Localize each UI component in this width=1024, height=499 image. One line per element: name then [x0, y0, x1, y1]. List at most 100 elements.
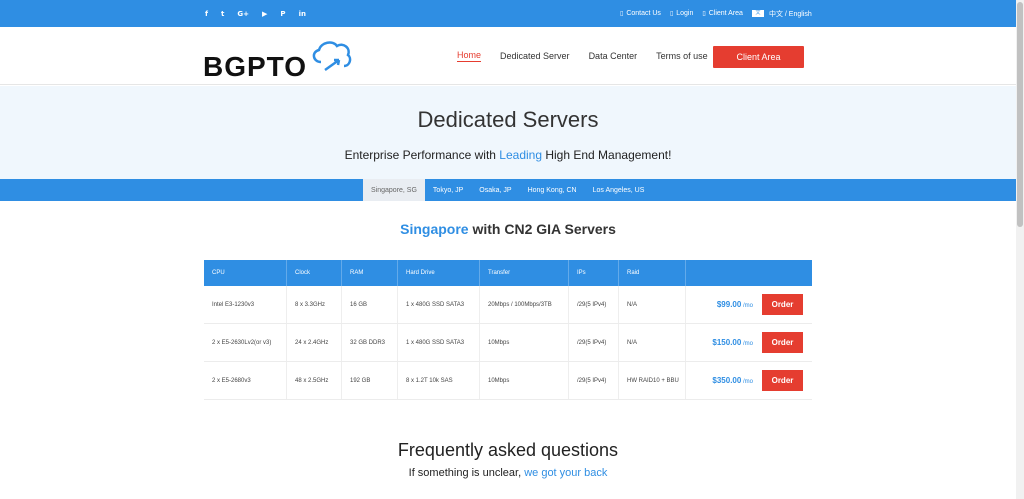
- section-title: Singapore with CN2 GIA Servers: [0, 221, 1016, 237]
- language-switch[interactable]: 文 中文 / English: [751, 9, 812, 19]
- tab-tokyo[interactable]: Tokyo, JP: [425, 179, 471, 201]
- order-button[interactable]: Order: [762, 370, 803, 391]
- page-title: Dedicated Servers: [417, 107, 599, 132]
- price-amount: $99.00: [716, 300, 742, 309]
- price-value: $99.00 /mo: [717, 300, 753, 309]
- client-area-button[interactable]: Client Area: [713, 46, 804, 68]
- header-ips: IPs: [569, 260, 619, 286]
- nav-dedicated-server[interactable]: Dedicated Server: [500, 51, 570, 61]
- pinterest-icon[interactable]: P: [280, 10, 285, 18]
- order-button[interactable]: Order: [762, 332, 803, 353]
- price-unit: /mo: [741, 303, 753, 309]
- table-row: 2 x E5-2630Lv2(or v3) 24 x 2.4GHz 32 GB …: [204, 324, 812, 362]
- cell-cpu: Intel E3-1230v3: [204, 286, 287, 323]
- header-ram: RAM: [342, 260, 398, 286]
- hero-subtitle: Enterprise Performance with Leading High…: [0, 148, 1016, 162]
- facebook-icon[interactable]: f: [205, 10, 208, 18]
- cell-clock: 24 x 2.4GHz: [287, 324, 342, 361]
- tab-hong-kong[interactable]: Hong Kong, CN: [520, 179, 585, 201]
- price-amount: $150.00: [712, 338, 742, 347]
- cell-raid: N/A: [619, 324, 686, 361]
- price-value: $350.00 /mo: [712, 376, 753, 385]
- top-bar: f t G+ ▶ P in ▯ Contact Us ▯ Login ▯ Cli…: [0, 0, 1016, 27]
- login-label: Login: [676, 10, 694, 17]
- google-plus-icon[interactable]: G+: [237, 10, 249, 18]
- section-title-highlight: Singapore: [400, 221, 469, 237]
- order-button[interactable]: Order: [762, 294, 803, 315]
- cell-price: $150.00 /mo Order: [686, 324, 812, 361]
- cell-ram: 192 GB: [342, 362, 398, 399]
- header-price: [686, 260, 812, 286]
- cell-transfer: 10Mbps: [480, 362, 569, 399]
- twitter-icon[interactable]: t: [221, 10, 224, 18]
- cell-ram: 32 GB DDR3: [342, 324, 398, 361]
- top-links: ▯ Contact Us ▯ Login ▯ Client Area 文 中文 …: [620, 0, 812, 27]
- login-link[interactable]: ▯ Login: [670, 10, 693, 17]
- page-scrollbar[interactable]: [1016, 0, 1024, 499]
- faq-support-link[interactable]: we got your back: [524, 467, 607, 479]
- table-row: Intel E3-1230v3 8 x 3.3GHz 16 GB 1 x 480…: [204, 286, 812, 324]
- tab-los-angeles[interactable]: Los Angeles, US: [585, 179, 653, 201]
- faq-subtitle: If something is unclear, we got your bac…: [0, 467, 1016, 479]
- cell-hard-drive: 1 x 480G SSD SATA3: [398, 324, 480, 361]
- hero-subtitle-pre: Enterprise Performance with: [344, 148, 500, 162]
- table-header: CPU Clock RAM Hard Drive Transfer IPs Ra…: [204, 260, 812, 286]
- contact-us-label: Contact Us: [626, 10, 661, 17]
- location-tabs-bar: Singapore, SG Tokyo, JP Osaka, JP Hong K…: [0, 179, 1016, 201]
- site-header: BGPTO Home Dedicated Server Data Center …: [0, 27, 1016, 85]
- header-raid: Raid: [619, 260, 686, 286]
- nav-home[interactable]: Home: [457, 50, 482, 62]
- youtube-icon[interactable]: ▶: [262, 10, 267, 18]
- cell-cpu: 2 x E5-2630Lv2(or v3): [204, 324, 287, 361]
- language-label: 中文 / English: [768, 10, 812, 18]
- price-unit: /mo: [741, 341, 753, 347]
- linkedin-icon[interactable]: in: [299, 10, 306, 18]
- cell-clock: 8 x 3.3GHz: [287, 286, 342, 323]
- cell-transfer: 20Mbps / 100Mbps/3TB: [480, 286, 569, 323]
- hero-section: Dedicated Servers Enterprise Performance…: [0, 86, 1016, 179]
- cell-price: $350.00 /mo Order: [686, 362, 812, 399]
- social-links: f t G+ ▶ P in: [205, 0, 306, 27]
- scrollbar-thumb[interactable]: [1017, 2, 1023, 227]
- header-hard-drive: Hard Drive: [398, 260, 480, 286]
- cell-price: $99.00 /mo Order: [686, 286, 812, 323]
- client-area-link[interactable]: ▯ Client Area: [702, 10, 743, 17]
- cell-clock: 48 x 2.5GHz: [287, 362, 342, 399]
- header-cpu: CPU: [204, 260, 287, 286]
- cell-raid: N/A: [619, 286, 686, 323]
- cell-ram: 16 GB: [342, 286, 398, 323]
- price-amount: $350.00: [712, 376, 742, 385]
- contact-us-link[interactable]: ▯ Contact Us: [620, 10, 661, 17]
- header-transfer: Transfer: [480, 260, 569, 286]
- nav-data-center[interactable]: Data Center: [589, 51, 638, 61]
- client-area-label: Client Area: [708, 10, 743, 17]
- price-unit: /mo: [741, 379, 753, 385]
- tab-osaka[interactable]: Osaka, JP: [471, 179, 519, 201]
- cell-transfer: 10Mbps: [480, 324, 569, 361]
- cell-ips: /29(5 IPv4): [569, 324, 619, 361]
- user-icon: ▯: [702, 10, 706, 17]
- header-clock: Clock: [287, 260, 342, 286]
- price-value: $150.00 /mo: [712, 338, 753, 347]
- cell-raid: HW RAID10 + BBU: [619, 362, 686, 399]
- cell-ips: /29(5 IPv4): [569, 286, 619, 323]
- nav-terms-of-use[interactable]: Terms of use: [656, 51, 708, 61]
- tab-singapore[interactable]: Singapore, SG: [363, 179, 425, 201]
- faq-title: Frequently asked questions: [397, 440, 619, 460]
- language-flag-icon: 文: [751, 10, 764, 17]
- hero-subtitle-highlight: Leading: [499, 148, 543, 162]
- location-tabs: Singapore, SG Tokyo, JP Osaka, JP Hong K…: [363, 179, 652, 201]
- section-title-rest: with CN2 GIA Servers: [468, 221, 616, 237]
- main-nav: Home Dedicated Server Data Center Terms …: [457, 27, 708, 85]
- bgpto-logo[interactable]: BGPTO: [203, 40, 353, 80]
- cell-ips: /29(5 IPv4): [569, 362, 619, 399]
- cell-hard-drive: 8 x 1.2T 10k SAS: [398, 362, 480, 399]
- login-icon: ▯: [669, 10, 674, 17]
- contact-icon: ▯: [620, 10, 624, 17]
- faq-subtitle-pre: If something is unclear,: [408, 467, 525, 479]
- cell-cpu: 2 x E5-2680v3: [204, 362, 287, 399]
- cell-hard-drive: 1 x 480G SSD SATA3: [398, 286, 480, 323]
- server-table: CPU Clock RAM Hard Drive Transfer IPs Ra…: [204, 260, 812, 400]
- logo-text: BGPTO: [203, 51, 307, 80]
- table-row: 2 x E5-2680v3 48 x 2.5GHz 192 GB 8 x 1.2…: [204, 362, 812, 400]
